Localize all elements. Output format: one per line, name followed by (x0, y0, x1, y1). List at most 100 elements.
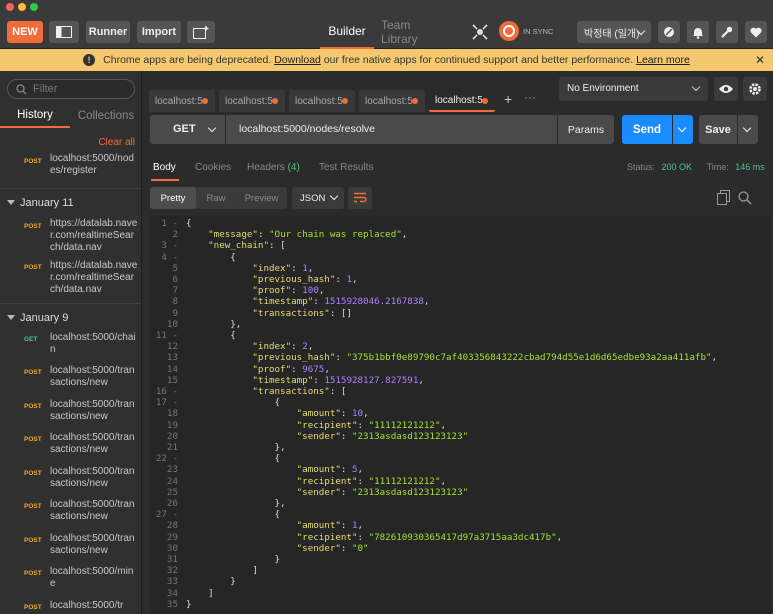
toggle-sidebar-button[interactable] (49, 21, 79, 43)
chevron-down-icon (742, 123, 752, 133)
save-options-button[interactable] (738, 115, 758, 144)
method-badge: POST (24, 369, 42, 376)
line-number: 21 (166, 442, 178, 453)
search-response-icon[interactable] (738, 191, 752, 205)
code-line: { (186, 453, 281, 465)
history-url: localhost:5000/chain (50, 332, 136, 355)
time-value: 146 ms (735, 162, 765, 172)
close-icon[interactable]: ✕ (755, 53, 765, 67)
history-url: localhost:5000/transactions/new (50, 533, 135, 556)
runner-button[interactable]: Runner (86, 21, 130, 43)
user-menu[interactable]: 박정태 (일개) (577, 21, 651, 43)
view-mode-group: Pretty Raw Preview (150, 187, 287, 209)
history-group-header[interactable]: January 9 (0, 303, 141, 331)
manage-environments-button[interactable] (743, 77, 767, 101)
history-url: localhost:5000/transactions/new (50, 466, 135, 489)
history-url: localhost:5000/nodes/register (50, 153, 134, 176)
tab-test-results[interactable]: Test Results (319, 162, 373, 173)
add-tab-button[interactable]: + (504, 91, 512, 107)
tab-history[interactable]: History (0, 104, 70, 128)
settings-status-button[interactable] (658, 21, 680, 43)
environment-quick-look-button[interactable] (714, 77, 738, 101)
request-tab[interactable]: localhost:5 (359, 90, 425, 112)
raw-button[interactable]: Raw (196, 187, 236, 209)
code-line: "timestamp": 1515928046.2167838, (252, 296, 430, 308)
new-button[interactable]: NEW (7, 21, 43, 43)
line-number: 28 (166, 520, 178, 532)
request-tab[interactable]: localhost:5 (149, 90, 215, 112)
request-tab[interactable]: localhost:5 (219, 90, 285, 112)
method-select[interactable]: GET (150, 115, 225, 144)
line-number: 8 (172, 296, 178, 308)
line-number: 30 (166, 542, 178, 554)
unsaved-dot (342, 98, 348, 104)
download-link[interactable]: Download (274, 54, 321, 66)
history-item[interactable]: POST localhost:5000/nodes/register (0, 153, 141, 189)
tab-headers[interactable]: Headers (4) (247, 162, 300, 173)
close-window-button[interactable] (6, 3, 14, 11)
format-value: JSON (300, 193, 326, 204)
import-button[interactable]: Import (137, 21, 181, 43)
learn-more-link[interactable]: Learn more (636, 54, 690, 66)
code-line: { (186, 509, 281, 521)
code-line: }, (186, 442, 286, 453)
wrap-lines-button[interactable] (348, 187, 372, 209)
tab-collections[interactable]: Collections (70, 104, 141, 128)
code-line: "transactions": [ (252, 386, 347, 397)
copy-icon[interactable] (717, 190, 731, 205)
tab-cookies[interactable]: Cookies (195, 162, 231, 173)
method-badge: POST (24, 570, 42, 577)
deprecation-banner: ! Chrome apps are being deprecated. Down… (0, 49, 773, 71)
notifications-button[interactable] (687, 21, 709, 43)
interceptor-icon[interactable] (471, 23, 489, 41)
send-button[interactable]: Send (622, 115, 672, 144)
save-button[interactable]: Save (699, 115, 737, 144)
pretty-button[interactable]: Pretty (150, 187, 196, 209)
history-group-header[interactable]: January 11 (0, 188, 141, 216)
line-number: 16 - (155, 386, 178, 397)
banner-text: Chrome apps are being deprecated. (103, 54, 272, 66)
maximize-window-button[interactable] (30, 3, 38, 11)
minimize-window-button[interactable] (18, 3, 26, 11)
send-options-button[interactable] (673, 115, 693, 144)
history-item[interactable]: POST https://datalab.naver.com/realtimeS… (0, 218, 141, 254)
code-line: ] (186, 587, 214, 599)
main-pane: localhost:5 localhost:5 localhost:5 loca… (142, 71, 773, 614)
new-window-button[interactable] (187, 21, 215, 43)
more-tabs-icon[interactable]: ··· (524, 90, 536, 104)
params-button[interactable]: Params (558, 115, 614, 144)
environment-select[interactable]: No Environment (559, 77, 708, 101)
line-number: 6 (172, 274, 178, 285)
tab-team-library[interactable]: Team Library (381, 14, 447, 49)
code-line: "new_chain": [ (208, 240, 286, 252)
active-tab-indicator (151, 179, 179, 181)
tab-body[interactable]: Body (153, 162, 176, 173)
preview-button[interactable]: Preview (236, 187, 287, 209)
sync-icon[interactable] (499, 21, 519, 41)
environment-value: No Environment (567, 83, 639, 94)
request-tab-active[interactable]: localhost:5 (429, 90, 495, 112)
url-input[interactable]: localhost:5000/nodes/resolve (226, 115, 557, 144)
response-body-editor[interactable]: 1 - {2 "message": "Our chain was replaced… (150, 216, 771, 614)
settings-button[interactable] (716, 21, 738, 43)
code-line: }, (186, 498, 286, 509)
history-item[interactable]: POST https://datalab.naver.com/realtimeS… (0, 260, 141, 297)
favorite-button[interactable] (745, 21, 767, 43)
chevron-down-icon (329, 191, 339, 201)
top-toolbar: NEW Runner Import Builder Team Library I… (0, 14, 773, 49)
tab-builder[interactable]: Builder (320, 14, 374, 49)
clear-all-link[interactable]: Clear all (98, 137, 135, 148)
code-line: "sender": "2313asdasd123123123" (296, 430, 469, 442)
method-badge: GET (24, 336, 38, 343)
request-tab[interactable]: localhost:5 (289, 90, 355, 112)
line-number: 12 (166, 341, 178, 353)
url-value: localhost:5000/nodes/resolve (239, 123, 376, 135)
format-select[interactable]: JSON (292, 187, 344, 209)
new-window-icon (193, 25, 209, 39)
banner-text-middle: our free native apps for continued suppo… (323, 54, 634, 66)
line-number: 4 - (161, 251, 178, 263)
line-number: 25 (166, 486, 178, 498)
warning-icon: ! (83, 54, 96, 66)
caret-down-icon (7, 200, 15, 205)
filter-input[interactable]: Filter (7, 79, 135, 99)
